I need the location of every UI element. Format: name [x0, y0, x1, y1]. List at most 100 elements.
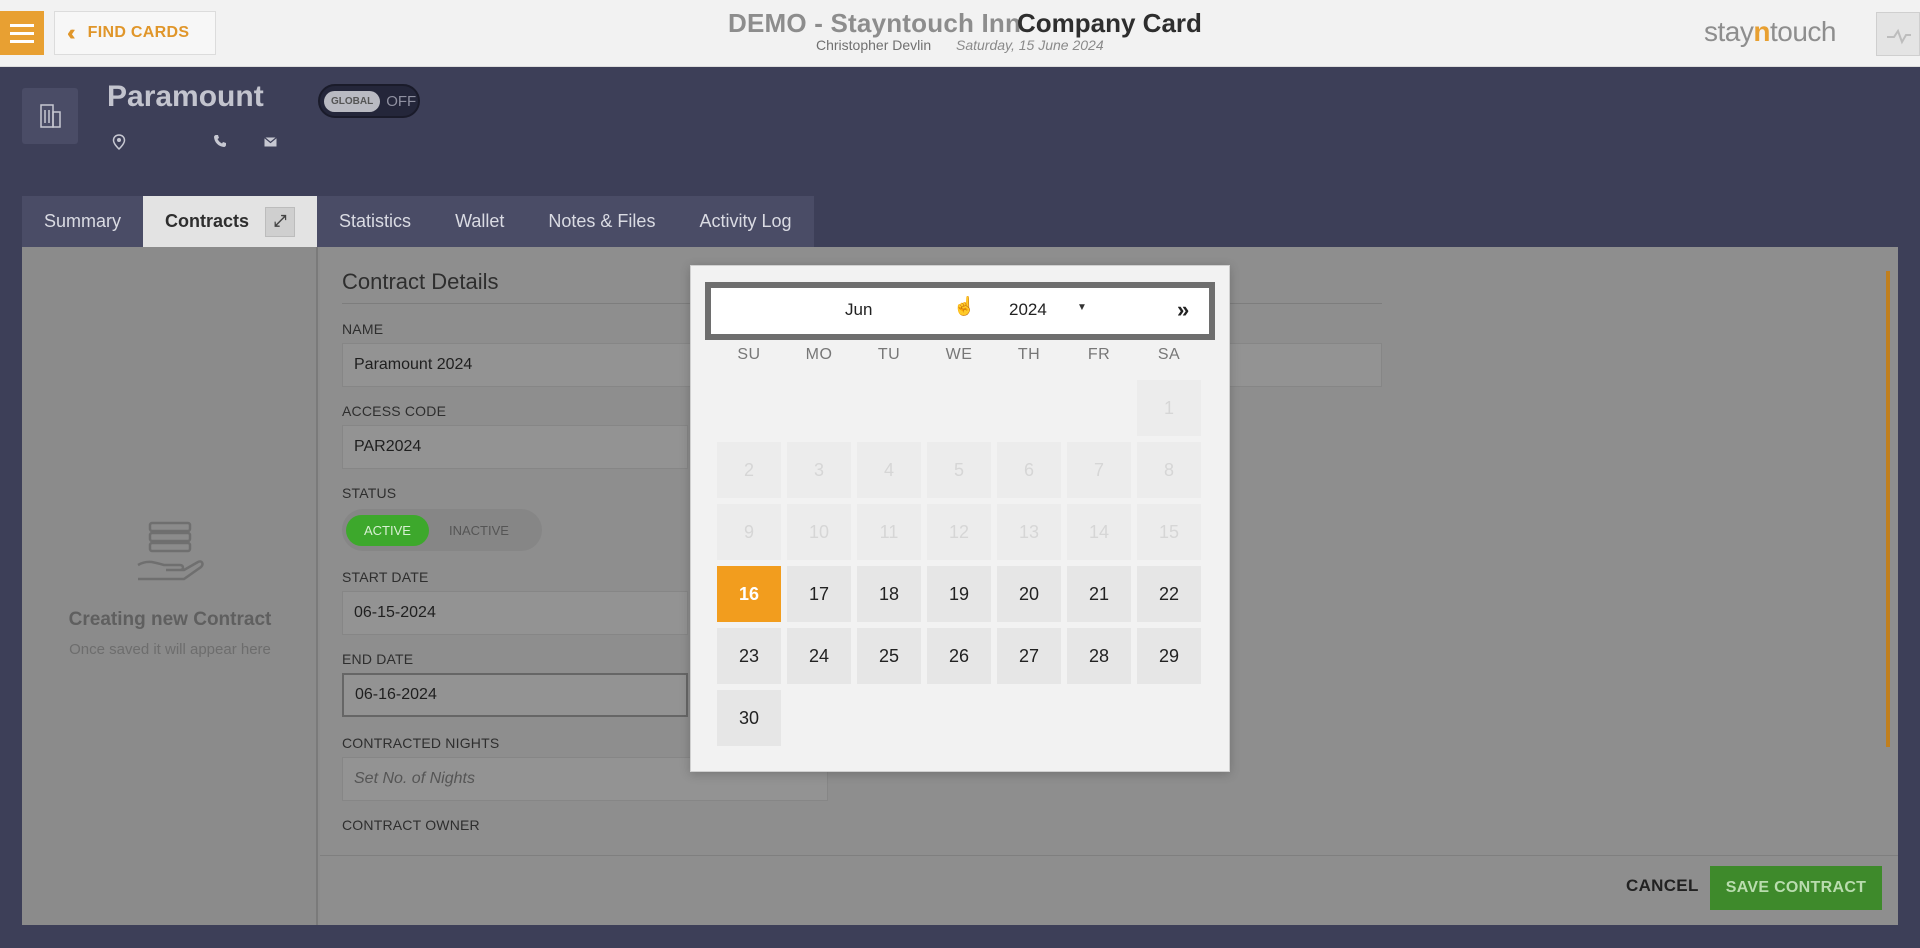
- calendar-day[interactable]: 22: [1137, 566, 1201, 622]
- weekday-label: WE: [945, 346, 973, 363]
- access-code-label: ACCESS CODE: [342, 403, 447, 419]
- calendar-day[interactable]: 18: [857, 566, 921, 622]
- calendar-day[interactable]: 19: [927, 566, 991, 622]
- name-label: NAME: [342, 321, 384, 337]
- weekday-label: MO: [805, 346, 833, 363]
- date-picker: Jun ☝ 2024 ▼ » SU MO TU WE TH FR SA 1234567891…: [690, 265, 1230, 772]
- logo-text-suffix: touch: [1769, 16, 1837, 47]
- calendar-day: 9: [717, 504, 781, 560]
- calendar-day: 10: [787, 504, 851, 560]
- tab-summary[interactable]: Summary: [22, 196, 143, 247]
- location-pin-icon[interactable]: [112, 134, 126, 153]
- tab-contracts-label: Contracts: [165, 211, 250, 231]
- next-month-button[interactable]: »: [1177, 297, 1189, 323]
- tab-contracts[interactable]: Contracts ⤢: [143, 196, 318, 247]
- logo-text-prefix: stay: [1704, 16, 1754, 47]
- calendar-day[interactable]: 25: [857, 628, 921, 684]
- save-contract-button[interactable]: SAVE CONTRACT: [1710, 866, 1882, 910]
- tab-activity-log[interactable]: Activity Log: [677, 196, 813, 247]
- calendar-day: 7: [1067, 442, 1131, 498]
- contract-stack-icon: [137, 521, 204, 581]
- calendar-day[interactable]: 27: [997, 628, 1061, 684]
- calendar-day: 13: [997, 504, 1061, 560]
- menu-icon: [10, 23, 34, 27]
- expand-icon[interactable]: ⤢: [265, 206, 296, 237]
- page-title: Company Card: [1017, 8, 1202, 38]
- top-header: ‹‹ FIND CARDS DEMO - Stayntouch Inn Comp…: [0, 0, 1920, 67]
- menu-button[interactable]: [0, 11, 44, 55]
- end-date-label: END DATE: [342, 651, 414, 667]
- activity-pulse-button[interactable]: [1876, 12, 1920, 56]
- logo-text-accent: n: [1753, 16, 1770, 47]
- calendar-day[interactable]: 26: [927, 628, 991, 684]
- status-toggle[interactable]: ACTIVE INACTIVE: [342, 509, 542, 551]
- section-title: Contract Details: [342, 269, 499, 294]
- calendar-day: 2: [717, 442, 781, 498]
- calendar-day[interactable]: 29: [1137, 628, 1201, 684]
- calendar-day[interactable]: 17: [787, 566, 851, 622]
- user-name: Christopher Devlin: [816, 37, 932, 53]
- hotel-title: DEMO - Stayntouch Inn: [728, 8, 1022, 38]
- calendar-day[interactable]: 21: [1067, 566, 1131, 622]
- find-cards-button[interactable]: ‹‹ FIND CARDS: [54, 11, 216, 55]
- empty-state-subtitle: Once saved it will appear here: [69, 641, 271, 658]
- calendar-day: 6: [997, 442, 1061, 498]
- company-name: Paramount: [107, 80, 264, 113]
- weekday-label: TH: [1017, 346, 1041, 363]
- empty-state-title: Creating new Contract: [68, 609, 272, 630]
- form-footer: CANCEL SAVE CONTRACT: [320, 855, 1898, 925]
- contracted-nights-label: CONTRACTED NIGHTS: [342, 735, 500, 751]
- email-icon[interactable]: [264, 134, 277, 150]
- end-date-field[interactable]: 06-16-2024: [342, 673, 688, 717]
- start-date-field[interactable]: 06-15-2024: [342, 591, 688, 635]
- calendar-day: 15: [1137, 504, 1201, 560]
- pulse-icon: [1887, 28, 1911, 45]
- calendar-day: 11: [857, 504, 921, 560]
- calendar-day[interactable]: 20: [997, 566, 1061, 622]
- start-date-label: START DATE: [342, 569, 429, 585]
- status-label: STATUS: [342, 485, 397, 501]
- year-select[interactable]: 2024: [1009, 300, 1047, 320]
- tab-statistics[interactable]: Statistics: [317, 196, 433, 247]
- calendar-day[interactable]: 24: [787, 628, 851, 684]
- weekday-label: SA: [1157, 346, 1181, 363]
- weekday-label: SU: [737, 346, 761, 363]
- calendar-day: 5: [927, 442, 991, 498]
- calendar-day: 14: [1067, 504, 1131, 560]
- contract-owner-label: CONTRACT OWNER: [342, 817, 480, 833]
- menu-icon-bar: [10, 39, 34, 43]
- weekday-label: FR: [1087, 346, 1111, 363]
- calendar-day: 1: [1137, 380, 1201, 436]
- calendar-day-selected[interactable]: 16: [717, 566, 781, 622]
- card-tabs: Summary Contracts ⤢ Statistics Wallet No…: [22, 196, 814, 247]
- status-inactive-option[interactable]: INACTIVE: [449, 523, 509, 538]
- global-toggle[interactable]: GLOBAL OFF: [318, 84, 420, 118]
- tab-wallet[interactable]: Wallet: [433, 196, 526, 247]
- calendar-day: 4: [857, 442, 921, 498]
- calendar-day[interactable]: 28: [1067, 628, 1131, 684]
- caret-down-icon[interactable]: ▼: [1077, 302, 1087, 313]
- stayntouch-logo: stayntouch: [1704, 16, 1836, 48]
- business-date: Saturday, 15 June 2024: [956, 37, 1104, 53]
- calendar-day[interactable]: 30: [717, 690, 781, 746]
- calendar-day: 3: [787, 442, 851, 498]
- calendar-day[interactable]: 23: [717, 628, 781, 684]
- tab-notes-files[interactable]: Notes & Files: [526, 196, 677, 247]
- global-toggle-state: OFF: [386, 92, 417, 110]
- company-building-icon: [22, 88, 78, 144]
- global-toggle-label: GLOBAL: [324, 90, 381, 112]
- calendar-day: 8: [1137, 442, 1201, 498]
- status-active-option[interactable]: ACTIVE: [346, 514, 429, 546]
- menu-icon-bar: [10, 31, 34, 35]
- phone-icon[interactable]: [213, 134, 227, 151]
- scrollbar[interactable]: [1886, 271, 1890, 747]
- weekday-label: TU: [877, 346, 901, 363]
- access-code-field[interactable]: PAR2024: [342, 425, 688, 469]
- date-picker-header: Jun ☝ 2024 ▼ »: [705, 282, 1215, 340]
- month-select[interactable]: Jun: [845, 300, 872, 320]
- cancel-button[interactable]: CANCEL: [1626, 876, 1699, 896]
- double-chevron-left-icon: ‹‹: [67, 20, 75, 45]
- hand-cursor-icon: ☝: [953, 296, 976, 316]
- contracts-sidebar: Creating new Contract Once saved it will…: [22, 247, 318, 925]
- calendar-day: 12: [927, 504, 991, 560]
